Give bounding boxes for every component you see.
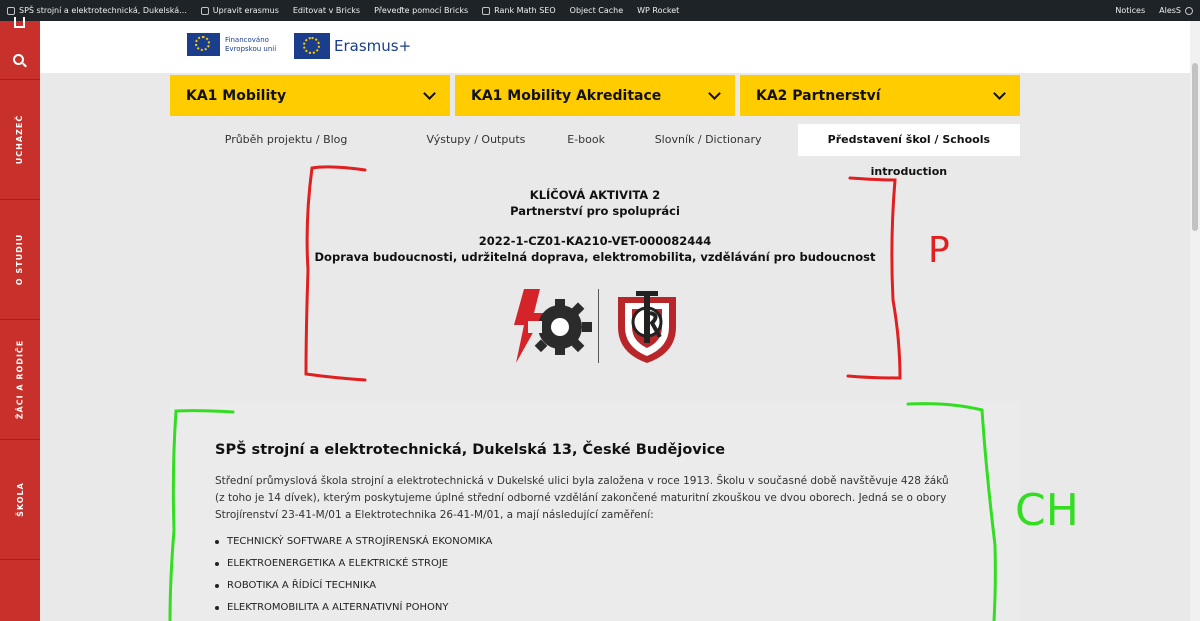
admin-item-label: Editovat v Bricks: [292, 6, 361, 15]
admin-edit-erasmus[interactable]: Upravit erasmus: [194, 0, 286, 21]
pencil-icon: [200, 6, 209, 15]
sidebar-item-uchazec[interactable]: UCHAZEČ: [0, 80, 40, 200]
erasmus-text: Erasmus+: [334, 37, 412, 55]
ka-button-label: KA2 Partnerství: [756, 87, 881, 104]
specialization-list: TECHNICKÝ SOFTWARE A STROJÍRENSKÁ EKONOM…: [215, 531, 492, 619]
tab-ebook[interactable]: E-book: [550, 124, 623, 156]
list-item: ELEKTROMOBILITA A ALTERNATIVNÍ POHONY: [215, 597, 492, 619]
sidebar-top: [0, 17, 40, 80]
school-description: Střední průmyslová škola strojní a elekt…: [215, 475, 949, 521]
ka-menu: KA1 Mobility KA1 Mobility Akreditace KA2…: [170, 75, 1020, 116]
list-item: ROBOTIKA A ŘÍDÍCÍ TECHNIKA: [215, 575, 492, 597]
admin-item-label: AlesS: [1159, 6, 1181, 15]
project-code: 2022-1-CZ01-KA210-VET-000082444: [478, 234, 712, 248]
page-content: Financováno Evropskou unií Erasmus+ KA1 …: [40, 21, 1190, 621]
admin-rank-math[interactable]: Rank Math SEO: [475, 0, 563, 21]
admin-convert-bricks[interactable]: Převeďte pomocí Bricks: [367, 0, 475, 21]
sidebar-item-label: O STUDIU: [15, 233, 25, 286]
ka1-accreditation-button[interactable]: KA1 Mobility Akreditace: [455, 75, 735, 116]
chevron-down-icon: [993, 86, 1006, 100]
ka2-info: KLÍČOVÁ AKTIVITA 2 Partnerství pro spolu…: [170, 187, 1020, 265]
avatar-icon: [1185, 6, 1193, 15]
ka-button-label: KA1 Mobility: [186, 87, 287, 104]
admin-site-title[interactable]: SPŠ strojní a elektrotechnická, Dukelská…: [0, 0, 194, 21]
home-icon[interactable]: [14, 17, 25, 28]
sidebar-item-label: UCHAZEČ: [15, 114, 25, 165]
page-scrollbar[interactable]: [1190, 21, 1200, 621]
admin-item-label: Object Cache: [569, 6, 624, 15]
chevron-down-icon: [708, 86, 721, 100]
home-icon: [7, 6, 15, 15]
school-title: SPŠ strojní a elektrotechnická, Dukelská…: [215, 442, 726, 458]
list-item: ELEKTROENERGETIKA A ELEKTRICKÉ STROJE: [215, 553, 492, 575]
eu-funding-text: Financováno Evropskou unií: [225, 35, 277, 53]
tab-schools-introduction[interactable]: Představení škol / Schools introduction: [797, 124, 1021, 178]
eu-funding-logo: Financováno Evropskou unií: [187, 33, 276, 56]
page-header: Financováno Evropskou unií Erasmus+: [40, 21, 1190, 73]
admin-user[interactable]: AlesS: [1152, 0, 1200, 21]
eu-flag-icon: [294, 33, 330, 59]
ka1-mobility-button[interactable]: KA1 Mobility: [170, 75, 450, 116]
list-item: TECHNICKÝ SOFTWARE A STROJÍRENSKÁ EKONOM…: [215, 531, 492, 553]
school-crest-logo: [618, 291, 676, 363]
admin-wp-rocket[interactable]: WP Rocket: [630, 0, 686, 21]
ka2-heading: KLÍČOVÁ AKTIVITA 2: [529, 188, 661, 202]
admin-item-label: Notices: [1115, 6, 1146, 15]
admin-object-cache[interactable]: Object Cache: [563, 0, 630, 21]
rank-math-icon: [482, 6, 491, 15]
sidebar-item-label: ŽÁCI A RODIČE: [15, 339, 25, 420]
sidebar-item-skola[interactable]: ŠKOLA: [0, 440, 40, 560]
admin-item-label: Rank Math SEO: [494, 6, 556, 15]
admin-item-label: WP Rocket: [637, 6, 680, 15]
ka-button-label: KA1 Mobility Akreditace: [471, 87, 662, 104]
tab-blog[interactable]: Průběh projektu / Blog: [170, 124, 402, 156]
chevron-down-icon: [423, 86, 436, 100]
tab-outputs[interactable]: Výstupy / Outputs: [402, 124, 550, 156]
gear-lightning-logo: [514, 289, 592, 363]
scrollbar-thumb[interactable]: [1192, 63, 1198, 231]
admin-item-label: Upravit erasmus: [212, 6, 279, 15]
search-icon[interactable]: [13, 54, 24, 65]
sidebar-item-zaci-a-rodice[interactable]: ŽÁCI A RODIČE: [0, 320, 40, 440]
side-navigation: UCHAZEČ O STUDIU ŽÁCI A RODIČE ŠKOLA: [0, 17, 40, 621]
school-logos: [510, 287, 686, 365]
erasmus-logo: Erasmus+: [294, 33, 411, 59]
tab-dictionary[interactable]: Slovník / Dictionary: [623, 124, 794, 156]
ka2-subheading: Partnerství pro spolupráci: [510, 204, 680, 218]
admin-item-label: Převeďte pomocí Bricks: [374, 6, 469, 15]
sidebar-item-label: ŠKOLA: [15, 482, 25, 517]
sidebar-item-o-studiu[interactable]: O STUDIU: [0, 200, 40, 320]
submenu-tabs: Průběh projektu / Blog Výstupy / Outputs…: [170, 123, 1021, 178]
logo-separator: [598, 289, 599, 363]
project-title: Doprava budoucnosti, udržitelná doprava,…: [314, 250, 876, 264]
admin-notices[interactable]: Notices: [1108, 0, 1152, 21]
eu-flag-icon: [187, 33, 220, 56]
admin-edit-bricks[interactable]: Editovat v Bricks: [286, 0, 367, 21]
admin-site-title-label: SPŠ strojní a elektrotechnická, Dukelská…: [19, 6, 187, 15]
admin-bar: SPŠ strojní a elektrotechnická, Dukelská…: [0, 0, 1200, 21]
ka2-partnership-button[interactable]: KA2 Partnerství: [740, 75, 1020, 116]
school-card: SPŠ strojní a elektrotechnická, Dukelská…: [170, 401, 1020, 621]
